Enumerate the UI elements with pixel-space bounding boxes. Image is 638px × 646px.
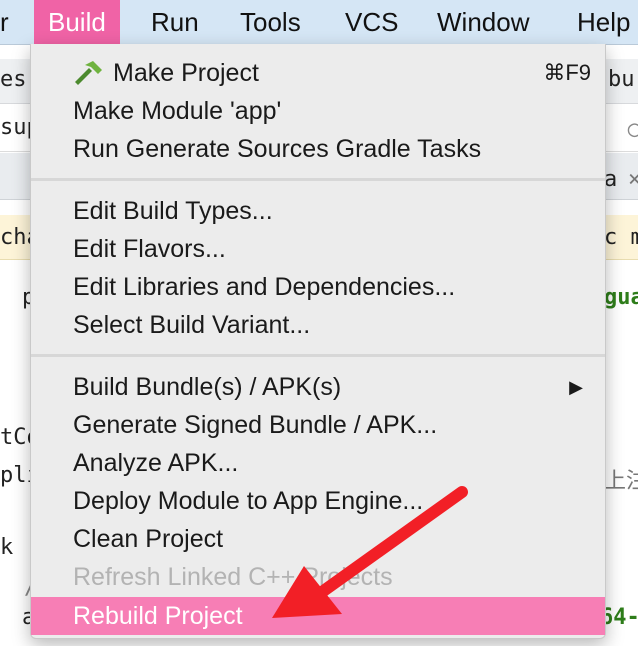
menu-tools[interactable]: Tools <box>240 0 301 44</box>
menu-item-deploy-app-engine[interactable]: Deploy Module to App Engine... <box>31 482 605 520</box>
menu-view[interactable]: r <box>0 0 9 44</box>
shortcut-label: ⌘F9 <box>543 60 591 85</box>
menu-item-edit-libraries[interactable]: Edit Libraries and Dependencies... <box>31 268 605 306</box>
menu-separator <box>31 354 605 357</box>
menu-item-generate-signed[interactable]: Generate Signed Bundle / APK... <box>31 406 605 444</box>
bg-text: 上注 <box>604 469 638 494</box>
menu-item-analyze-apk[interactable]: Analyze APK... <box>31 444 605 482</box>
submenu-arrow-icon: ▶ <box>569 377 583 397</box>
menu-item-label: Edit Build Types... <box>73 197 273 225</box>
menu-item-build-bundle-apk[interactable]: Build Bundle(s) / APK(s) ▶ <box>31 368 605 406</box>
menu-build[interactable]: Build <box>34 0 120 44</box>
menu-item-make-module[interactable]: Make Module 'app' <box>31 92 605 130</box>
bg-text: c m <box>604 225 638 250</box>
menu-item-clean-project[interactable]: Clean Project <box>31 520 605 558</box>
menu-item-select-build-variant[interactable]: Select Build Variant... <box>31 306 605 344</box>
menu-item-label: Clean Project <box>73 525 224 553</box>
bg-text: es <box>0 67 27 92</box>
menu-item-label: Select Build Variant... <box>73 311 311 339</box>
menu-item-make-project[interactable]: Make Project ⌘F9 <box>31 54 605 92</box>
menu-item-edit-flavors[interactable]: Edit Flavors... <box>31 230 605 268</box>
menu-item-rebuild-project[interactable]: Rebuild Project <box>31 597 605 635</box>
menu-item-label: Analyze APK... <box>73 449 239 477</box>
menu-help[interactable]: Help <box>577 0 630 44</box>
menu-separator <box>31 178 605 181</box>
menu-bar: r Build Run Tools VCS Window Help <box>0 0 638 45</box>
menu-item-label: Edit Libraries and Dependencies... <box>73 273 456 301</box>
hammer-icon <box>75 61 102 85</box>
menu-vcs[interactable]: VCS <box>345 0 398 44</box>
menu-run[interactable]: Run <box>151 0 199 44</box>
bg-text: k <box>0 535 14 560</box>
menu-item-edit-build-types[interactable]: Edit Build Types... <box>31 192 605 230</box>
menu-item-label: Deploy Module to App Engine... <box>73 487 424 515</box>
menu-item-label: Build Bundle(s) / APK(s) <box>73 373 342 401</box>
search-icon[interactable]: ◯ <box>628 117 638 142</box>
menu-item-run-generate-sources[interactable]: Run Generate Sources Gradle Tasks <box>31 130 605 168</box>
close-icon[interactable]: × <box>628 167 638 192</box>
build-menu-dropdown: Make Project ⌘F9 Make Module 'app' Run G… <box>30 44 606 639</box>
menu-item-label: Rebuild Project <box>73 602 243 630</box>
menu-item-label: Generate Signed Bundle / APK... <box>73 411 438 439</box>
menu-item-label: Edit Flavors... <box>73 235 226 263</box>
menu-item-label: Run Generate Sources Gradle Tasks <box>73 135 482 163</box>
menu-item-refresh-linked-cpp: Refresh Linked C++ Projects <box>31 558 605 596</box>
bg-text: gua <box>604 285 638 310</box>
bg-text: bu <box>608 67 635 92</box>
menu-item-label: Make Module 'app' <box>73 97 282 125</box>
menu-window[interactable]: Window <box>437 0 529 44</box>
menu-item-label: Make Project <box>113 59 259 87</box>
menu-item-label: Refresh Linked C++ Projects <box>73 563 393 591</box>
